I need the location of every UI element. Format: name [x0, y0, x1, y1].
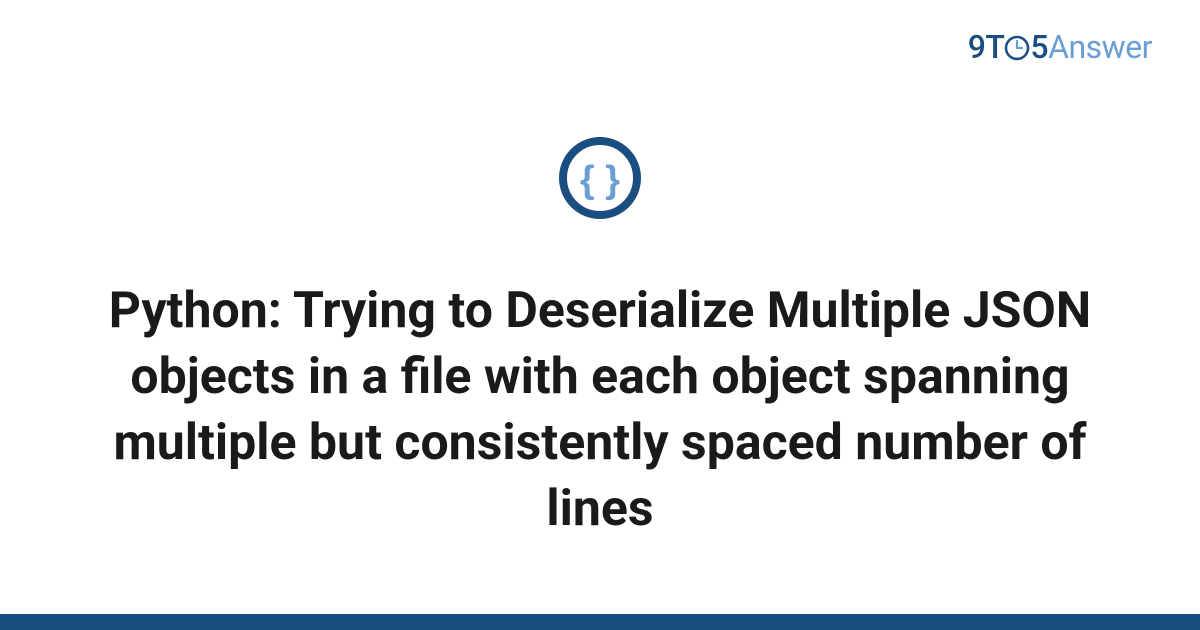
logo-nine: 9 [968, 28, 986, 66]
svg-text:{ }: { } [580, 159, 620, 201]
bottom-accent-bar [0, 614, 1200, 630]
braces-icon: { } [558, 136, 642, 220]
logo-five: 5 [1030, 28, 1048, 66]
site-logo: 9T 5Answer [968, 28, 1152, 66]
logo-o-clock-icon [1004, 28, 1030, 66]
page-title: Python: Trying to Deserialize Multiple J… [0, 278, 1200, 542]
logo-t: T [985, 28, 1004, 66]
logo-answer: Answer [1048, 28, 1152, 66]
